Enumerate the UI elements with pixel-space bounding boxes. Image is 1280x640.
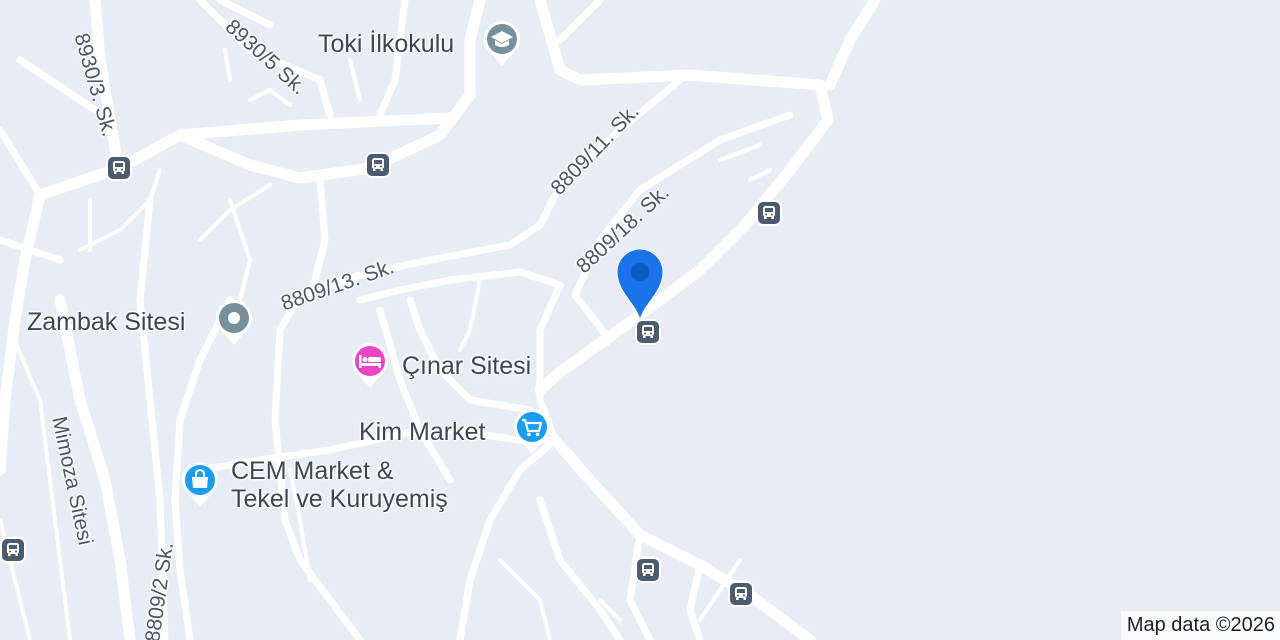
road <box>824 0 881 91</box>
place-icon[interactable] <box>214 297 254 347</box>
bus-stop-icon[interactable] <box>106 155 132 181</box>
map-canvas[interactable]: 8930/3. Sk. 8930/5 Sk. 8809/11. Sk. 8809… <box>0 0 1280 640</box>
road <box>228 198 252 302</box>
poi-label-toki-ilkokulu[interactable]: Toki İlkokulu <box>318 30 454 58</box>
poi-label-line: Tekel ve Kuruyemiş <box>231 485 448 513</box>
poi-label-zambak-sitesi[interactable]: Zambak Sitesi <box>27 308 185 336</box>
bus-stop-icon[interactable] <box>635 557 661 583</box>
shopping-bag-icon[interactable] <box>180 459 220 509</box>
road <box>718 143 762 162</box>
road <box>458 278 482 352</box>
road <box>626 531 654 640</box>
road <box>376 306 454 484</box>
road <box>248 88 292 107</box>
bus-stop-icon[interactable] <box>728 581 754 607</box>
road <box>536 496 624 640</box>
road <box>456 281 564 640</box>
school-icon[interactable] <box>482 18 522 68</box>
bus-stop-icon[interactable] <box>635 319 661 345</box>
bus-stop-icon[interactable] <box>0 537 26 563</box>
road <box>534 0 834 396</box>
road <box>348 58 362 102</box>
bus-stop-icon[interactable] <box>365 152 391 178</box>
road <box>216 0 274 29</box>
location-pin-icon[interactable] <box>614 246 666 322</box>
poi-label-cem-market[interactable]: CEM Market & Tekel ve Kuruyemiş <box>231 457 448 513</box>
hotel-icon[interactable] <box>350 340 390 390</box>
poi-label-kim-market[interactable]: Kim Market <box>359 418 485 446</box>
bus-stop-icon[interactable] <box>756 200 782 226</box>
shopping-cart-icon[interactable] <box>512 406 552 456</box>
road <box>556 0 604 44</box>
road <box>498 558 552 640</box>
road <box>748 168 772 182</box>
poi-label-line: CEM Market & <box>231 457 394 485</box>
map-attribution: Map data ©2026 <box>1120 611 1280 640</box>
road <box>686 561 704 640</box>
road <box>549 434 816 640</box>
road <box>0 126 44 199</box>
road <box>223 48 232 82</box>
poi-label-cinar-sitesi[interactable]: Çınar Sitesi <box>402 352 531 380</box>
